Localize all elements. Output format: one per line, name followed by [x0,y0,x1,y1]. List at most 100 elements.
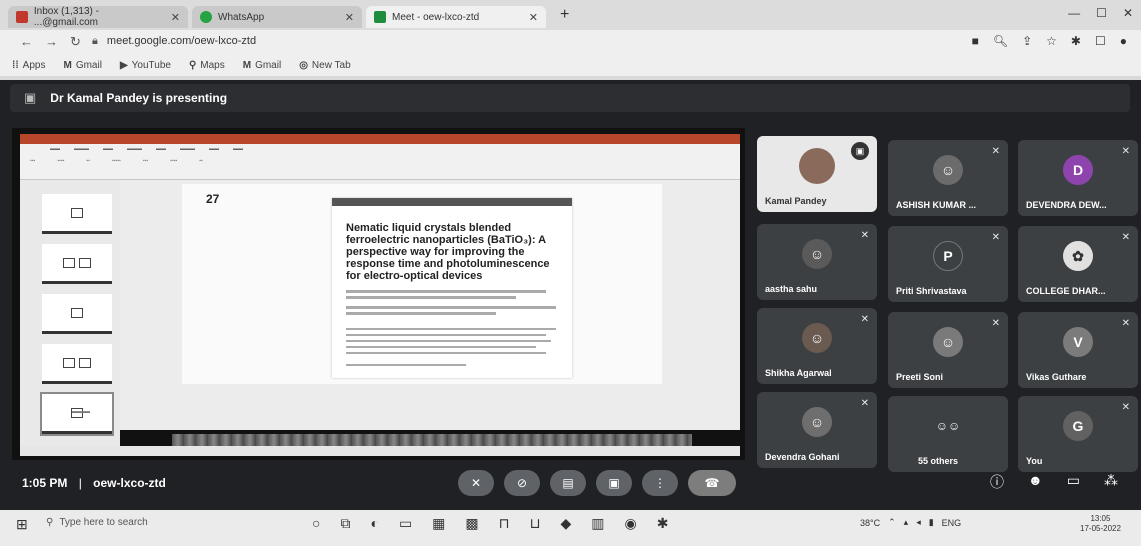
chat-icon[interactable]: ▭ [1067,472,1080,492]
app-icon[interactable]: ▥ [591,515,604,532]
participant-video [799,148,835,184]
participant-name: ASHISH KUMAR ... [896,200,977,210]
system-clock[interactable]: 13:05 17-05-2022 [1080,514,1121,534]
search-icon: ⚲ [46,517,54,528]
minimize-icon[interactable]: — [1068,6,1080,20]
close-icon[interactable]: ✕ [345,11,354,24]
extensions-icon[interactable]: ✱ [1071,34,1081,48]
participant-tile[interactable]: ✕ ☺ Preeti Soni [888,312,1008,388]
cortana-icon[interactable]: ○ [312,515,320,532]
mic-off-icon: ✕ [1121,146,1130,157]
bookmark-youtube[interactable]: ▶ YouTube [120,60,171,71]
star-icon[interactable]: ☆ [1046,34,1057,48]
tab-whatsapp[interactable]: WhatsApp ✕ [192,6,362,28]
slide-thumbnail[interactable] [42,294,112,334]
slide-thumbnail[interactable] [42,344,112,384]
windows-start-icon[interactable]: ⊞ [16,516,28,533]
bookmark-label: Gmail [255,59,282,71]
mic-off-icon: ✕ [1121,318,1130,329]
slide-thumbnail[interactable] [42,194,112,234]
participant-tile[interactable]: ✕ ☺ aastha sahu [757,224,877,300]
tab-meet[interactable]: Meet - oew-lxco-ztd ✕ [366,6,546,28]
participant-tile[interactable]: ✕ ☺ Devendra Gohani [757,392,877,468]
apps-icon: ⁞⁞ [12,59,19,71]
participant-tile[interactable]: ✕ V Vikas Guthare [1018,312,1138,388]
more-icon: ⋮ [654,476,666,490]
file-explorer-icon[interactable]: ▭ [399,515,412,532]
taskbar-apps: ○ ⧉ ◐ ▭ ▦ ▩ ⊓ ⊔ ◆ ▥ ◉ ✱ [312,515,668,532]
task-view-icon[interactable]: ⧉ [340,515,350,532]
forward-icon[interactable]: → [45,34,58,50]
maximize-icon[interactable]: ☐ [1096,6,1107,20]
close-window-icon[interactable]: ✕ [1123,6,1133,20]
globe-icon: ◎ [299,59,308,71]
back-icon[interactable]: ← [20,34,33,50]
more-options-button[interactable]: ⋮ [642,470,678,496]
participant-name: Preeti Soni [896,372,944,382]
store-icon[interactable]: ▦ [432,515,445,532]
search-placeholder: Type here to search [59,517,148,528]
weather-temp[interactable]: 38°C [860,518,880,528]
zoom-icon[interactable]: 🔍︎ [993,34,1008,48]
app-icon[interactable]: ◆ [561,515,572,532]
paper-excerpt: Nematic liquid crystals blended ferroele… [332,198,572,378]
mic-off-icon: ✕ [860,230,869,241]
close-icon[interactable]: ✕ [171,11,180,24]
url-field[interactable]: 🔒︎ meet.google.com/oew-lxco-ztd [92,35,256,48]
activities-icon[interactable]: ⁂ [1104,472,1118,492]
self-tile[interactable]: ✕ G You [1018,396,1138,472]
battery-icon[interactable]: ▮ [929,517,934,528]
others-tile[interactable]: ☺☺ 55 others [888,396,1008,472]
app-icon[interactable]: ▩ [465,515,478,532]
participant-tile[interactable]: ✕ ☺ Shikha Agarwal [757,308,877,384]
tab-inbox[interactable]: Inbox (1,313) - ...@gmail.com ✕ [8,6,188,28]
chrome-icon[interactable]: ◉ [625,515,637,532]
bookmark-new-tab[interactable]: ◎ New Tab [299,60,350,71]
mic-toggle-button[interactable]: ✕ [458,470,494,496]
mic-off-icon: ✕ [991,318,1000,329]
sidebar-icon[interactable]: ☐ [1095,34,1106,48]
avatar: ✿ [1063,241,1093,271]
edge-icon[interactable]: ◐ [370,515,378,532]
participant-tile[interactable]: ✕ ☺ ASHISH KUMAR ... [888,140,1008,216]
taskbar-search[interactable]: ⚲ Type here to search [46,517,148,528]
camera-icon[interactable]: ■ [972,34,979,48]
presenting-text: Dr Kamal Pandey is presenting [50,91,228,105]
language-indicator[interactable]: ENG [942,518,962,528]
bookmark-gmail-2[interactable]: M Gmail [243,60,281,71]
meeting-time: 1:05 PM [22,476,68,490]
bookmark-maps[interactable]: ⚲ Maps [189,60,225,71]
info-icon[interactable]: ⓘ [990,472,1004,492]
bookmark-apps[interactable]: ⁞⁞ Apps [12,60,45,71]
participant-tile[interactable]: ✕ P Priti Shrivastava [888,226,1008,302]
share-icon[interactable]: ⇪ [1022,34,1032,48]
volume-icon[interactable]: ◂ [916,517,921,528]
slide-thumbnail[interactable] [42,244,112,284]
paper-text-line [346,306,556,309]
reload-icon[interactable]: ↻ [70,34,81,50]
avatar: ☺ [802,407,832,437]
paper-text-line [346,290,546,293]
captions-button[interactable]: ▤ [550,470,586,496]
participant-tile[interactable]: ▣ Kamal Pandey [757,136,877,212]
new-tab-button[interactable]: + [560,6,569,24]
avatar: ☺ [802,239,832,269]
people-icon[interactable]: ☻ [1028,472,1043,492]
chevron-up-icon[interactable]: ⌃ [888,517,896,528]
app-icon[interactable]: ⊓ [499,515,510,532]
app-icon[interactable]: ✱ [657,515,669,532]
close-icon[interactable]: ✕ [529,11,538,24]
shared-screen[interactable]: ▬▬ ▬▬▬ ▬▬ ▬▬▬ ▬▬ ▬▬▬ ▬▬ ▬▬ ▪▪▪ ▪▪▪▪ ▪▪ ▪▪▪▪▪ ▪▪▪ ▪▪▪… [12,128,745,460]
bookmark-gmail[interactable]: M Gmail [63,60,101,71]
network-icon[interactable]: ▴ [904,517,909,528]
camera-toggle-button[interactable]: ⊘ [504,470,540,496]
leave-call-button[interactable]: ☎ [688,470,736,496]
participant-tile[interactable]: ✕ ✿ COLLEGE DHAR... [1018,226,1138,302]
present-button[interactable]: ▣ [596,470,632,496]
participant-tile[interactable]: ✕ D DEVENDRA DEW... [1018,140,1138,216]
slide-thumbnail-selected[interactable]: ▬▬▬ [40,392,114,436]
presentation-icon: ▣ [24,90,37,105]
profile-icon[interactable]: ● [1120,34,1127,48]
app-icon[interactable]: ⊔ [530,515,541,532]
participant-name: COLLEGE DHAR... [1026,286,1106,296]
